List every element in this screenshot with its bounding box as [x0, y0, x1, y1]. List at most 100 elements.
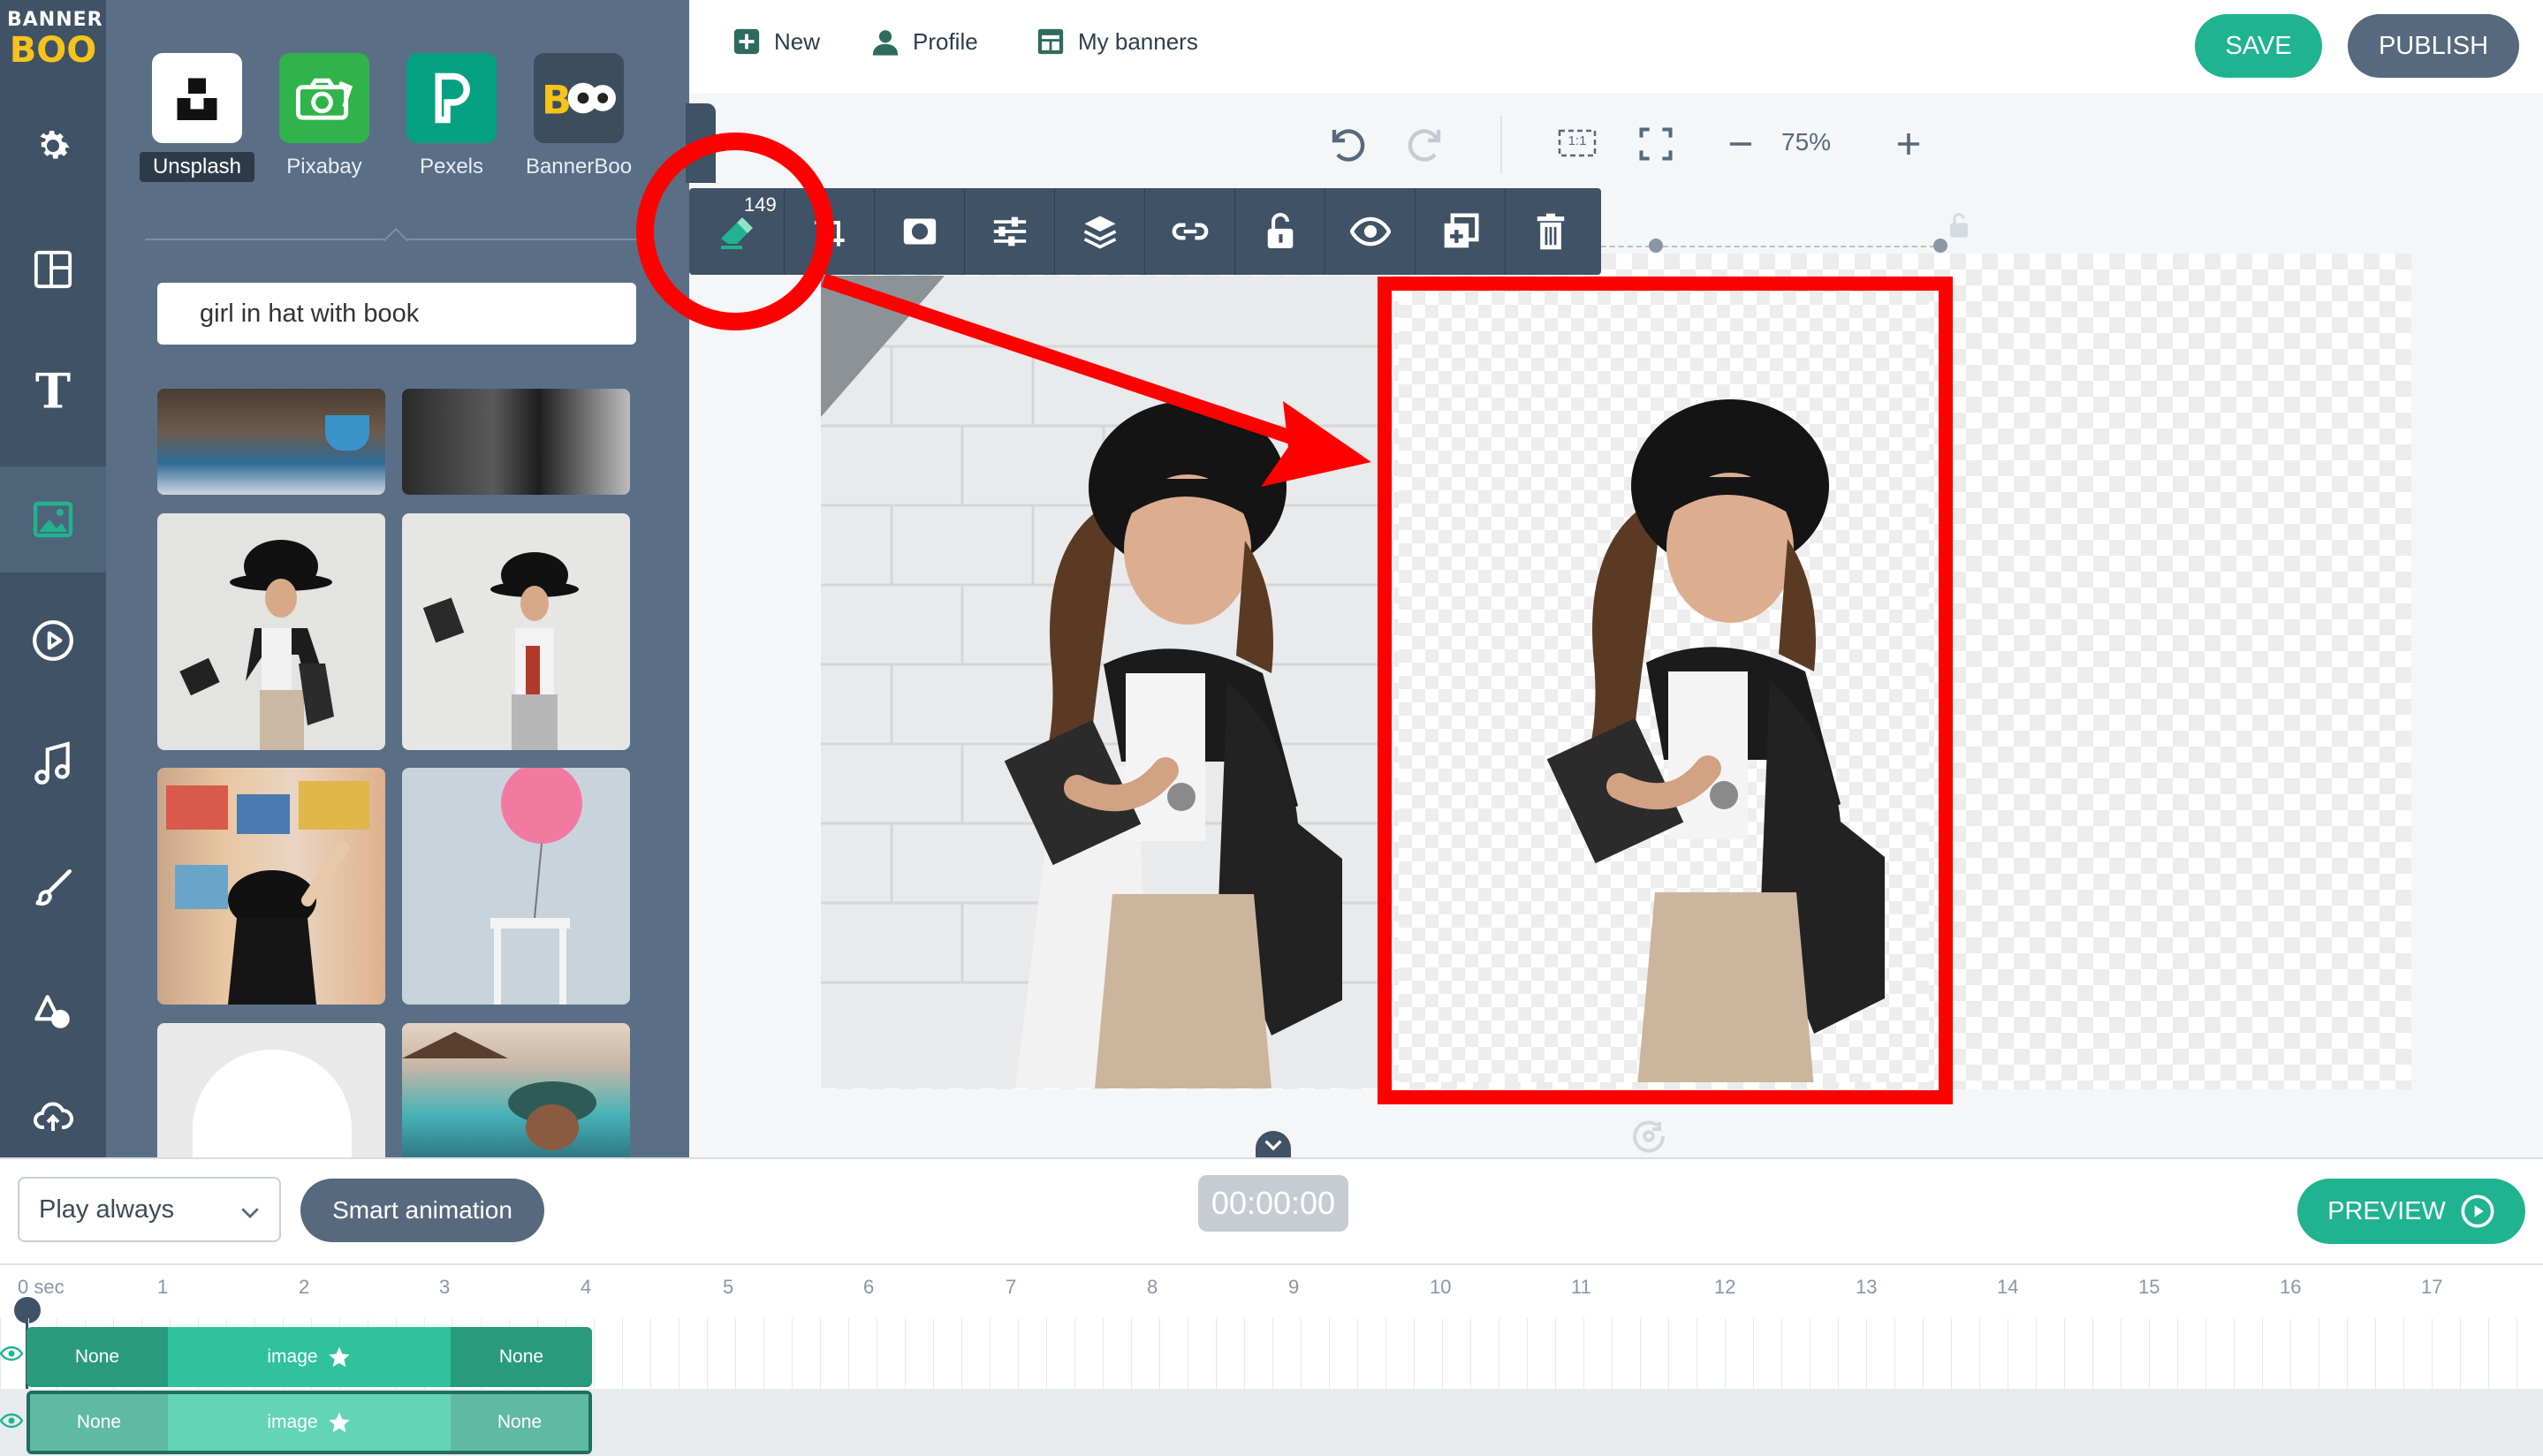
zoom-out-icon[interactable]: [1725, 128, 1757, 160]
ruler-tick: 2: [299, 1276, 310, 1298]
smart-animation-button[interactable]: Smart animation: [300, 1179, 544, 1242]
banners-icon: [1037, 28, 1064, 55]
trash-icon: [1537, 213, 1565, 250]
actual-size-button[interactable]: 1:1: [1557, 125, 1598, 162]
clip-in-animation[interactable]: None: [27, 1327, 168, 1387]
source-pixabay[interactable]: Pixabay: [267, 53, 382, 182]
gear-icon: [40, 131, 70, 159]
music-note-icon: [34, 741, 70, 785]
clip-in-animation[interactable]: None: [30, 1394, 168, 1451]
clip-name: image: [267, 1346, 318, 1367]
templates-button[interactable]: [0, 216, 106, 322]
layout-icon: [34, 250, 72, 289]
ruler-tick: 5: [723, 1276, 734, 1298]
clip-body[interactable]: image: [168, 1327, 451, 1387]
ruler-tick: 14: [1997, 1276, 2019, 1298]
fullscreen-icon[interactable]: [1636, 125, 1675, 163]
star-icon: [328, 1346, 350, 1368]
delete-button[interactable]: [1506, 188, 1596, 275]
result-thumbnail[interactable]: [402, 389, 630, 495]
duplicate-icon: [1444, 213, 1479, 248]
source-pexels[interactable]: Pexels: [394, 53, 509, 182]
image-search-input[interactable]: [157, 283, 636, 345]
text-icon: T: [35, 367, 71, 414]
rotate-icon[interactable]: [1628, 1115, 1677, 1157]
svg-text:T: T: [35, 367, 71, 414]
pixabay-camera-icon: [279, 53, 369, 143]
track-row[interactable]: None image None: [0, 1323, 2543, 1391]
result-thumbnail-selected-photo[interactable]: [157, 513, 385, 750]
play-mode-value: Play always: [39, 1194, 175, 1224]
brush-icon: [35, 868, 72, 906]
ruler-tick: 15: [2138, 1276, 2160, 1298]
cloud-upload-icon: [34, 1102, 73, 1131]
profile-button[interactable]: Profile: [870, 27, 978, 57]
logo-bottom-text: BOO: [9, 30, 97, 71]
bannerboo-logo[interactable]: BANNER BOO: [7, 9, 103, 90]
result-thumbnail[interactable]: [157, 768, 385, 1005]
eye-icon[interactable]: [0, 1345, 23, 1362]
result-thumbnail[interactable]: [157, 389, 385, 495]
canvas-collapse-handle[interactable]: [1256, 1131, 1291, 1157]
preview-button[interactable]: PREVIEW: [2297, 1179, 2525, 1244]
result-thumbnail[interactable]: [157, 1023, 385, 1157]
logo-top-text: BANNER: [7, 9, 103, 31]
clip-body[interactable]: image: [168, 1394, 451, 1451]
draw-button[interactable]: [0, 835, 106, 941]
preview-label: PREVIEW: [2327, 1196, 2446, 1225]
save-button[interactable]: SAVE: [2195, 14, 2322, 78]
annotation-highlight-box: [1378, 277, 1953, 1104]
left-rail: BANNER BOO T: [0, 0, 106, 1157]
result-thumbnail[interactable]: [402, 768, 630, 1005]
upload-button[interactable]: [0, 1096, 106, 1157]
zoom-in-icon[interactable]: [1893, 128, 1924, 160]
my-banners-button[interactable]: My banners: [1036, 27, 1198, 57]
image-library-panel: Unsplash Pixabay Pexels B BannerBoo: [106, 0, 689, 1157]
source-unsplash[interactable]: Unsplash: [140, 53, 254, 182]
clip-name: image: [267, 1412, 318, 1432]
ruler-tick: 8: [1147, 1276, 1158, 1298]
play-circle-icon: [2461, 1194, 2494, 1228]
duplicate-button[interactable]: [1416, 188, 1506, 275]
audio-button[interactable]: [0, 711, 106, 817]
eye-icon[interactable]: [0, 1412, 23, 1429]
play-mode-select[interactable]: Play always: [18, 1177, 281, 1242]
toolbar-separator: [1500, 116, 1502, 174]
text-button[interactable]: T: [0, 337, 106, 444]
actual-size-label: 1:1: [1568, 133, 1587, 148]
publish-button[interactable]: PUBLISH: [2348, 14, 2519, 78]
resize-handle[interactable]: [1649, 239, 1663, 253]
ruler-tick: 6: [863, 1276, 875, 1298]
ruler-tick: 9: [1288, 1276, 1300, 1298]
source-label: Pixabay: [286, 155, 362, 178]
shapes-button[interactable]: [0, 959, 106, 1065]
new-label: New: [774, 27, 821, 55]
shapes-icon: [34, 995, 70, 1028]
images-button[interactable]: [0, 466, 106, 573]
svg-text:B: B: [542, 78, 572, 120]
lock-open-icon[interactable]: [1946, 210, 1972, 240]
timeline-clip[interactable]: None image None: [27, 1327, 592, 1387]
ruler-tick: 1: [157, 1276, 169, 1298]
ruler-tick: 11: [1571, 1276, 1591, 1298]
play-circle-icon: [33, 620, 73, 661]
result-thumbnail[interactable]: [402, 1023, 630, 1157]
clip-out-animation[interactable]: None: [451, 1394, 588, 1451]
ruler-tick: 17: [2421, 1276, 2443, 1298]
unsplash-logo-icon: [152, 53, 242, 143]
settings-button[interactable]: [0, 93, 106, 199]
video-button[interactable]: [0, 588, 106, 694]
ruler-tick: 3: [439, 1276, 451, 1298]
ruler-tick: 0 sec: [18, 1276, 65, 1298]
ruler-tick: 7: [1006, 1276, 1017, 1298]
ruler-tick: 10: [1430, 1276, 1452, 1298]
profile-label: Profile: [913, 27, 978, 55]
new-button[interactable]: New: [732, 27, 820, 57]
clip-out-animation[interactable]: None: [451, 1327, 592, 1387]
result-thumbnail[interactable]: [402, 513, 630, 750]
chevron-down-icon: [1264, 1140, 1282, 1151]
resize-handle[interactable]: [1933, 239, 1947, 253]
timeline-clip-selected[interactable]: None image None: [27, 1391, 592, 1454]
source-label: Unsplash: [140, 152, 254, 182]
track-row-selected[interactable]: None image None: [0, 1389, 2543, 1456]
